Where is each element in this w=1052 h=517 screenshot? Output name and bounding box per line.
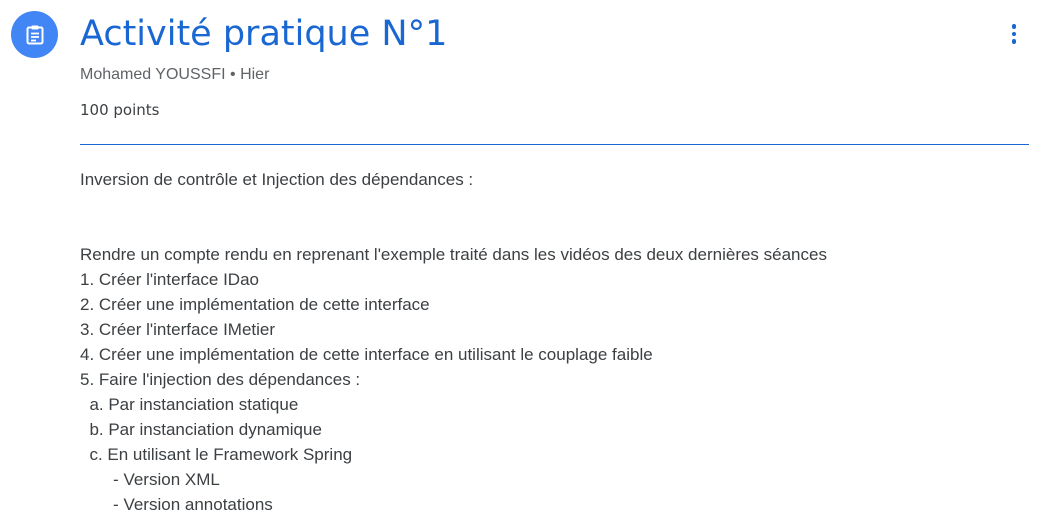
assignment-description: Inversion de contrôle et Injection des d… [80, 167, 1030, 517]
description-line: a. Par instanciation statique [80, 395, 299, 414]
assignment-title: Activité pratique N°1 [80, 14, 448, 54]
description-intro: Inversion de contrôle et Injection des d… [80, 170, 474, 189]
more-vert-icon [1011, 24, 1017, 29]
divider [80, 144, 1029, 145]
more-vert-icon-dot [1011, 31, 1017, 37]
author-name: Mohamed YOUSSFI [80, 66, 226, 83]
description-line: 4. Créer une implémentation de cette int… [80, 345, 653, 364]
description-line: Rendre un compte rendu en reprenant l'ex… [80, 245, 827, 264]
description-line: - Version annotations [80, 495, 273, 514]
points-label: 100 points [80, 101, 160, 119]
clipboard-icon [26, 25, 43, 44]
description-line: 1. Créer l'interface IDao [80, 270, 259, 289]
more-vert-icon-dot [1011, 39, 1017, 44]
assignment-icon [11, 11, 58, 58]
posted-date: Hier [240, 66, 270, 83]
description-line: 2. Créer une implémentation de cette int… [80, 295, 430, 314]
assignment-meta: Mohamed YOUSSFI • Hier [80, 64, 269, 86]
more-options-button[interactable] [999, 17, 1029, 51]
description-line: 3. Créer l'interface IMetier [80, 320, 276, 339]
meta-separator: • [230, 66, 236, 83]
description-line: - Version XML [80, 470, 220, 489]
description-line: c. En utilisant le Framework Spring [80, 445, 353, 464]
description-line: b. Par instanciation dynamique [80, 420, 322, 439]
description-line: 5. Faire l'injection des dépendances : [80, 370, 361, 389]
